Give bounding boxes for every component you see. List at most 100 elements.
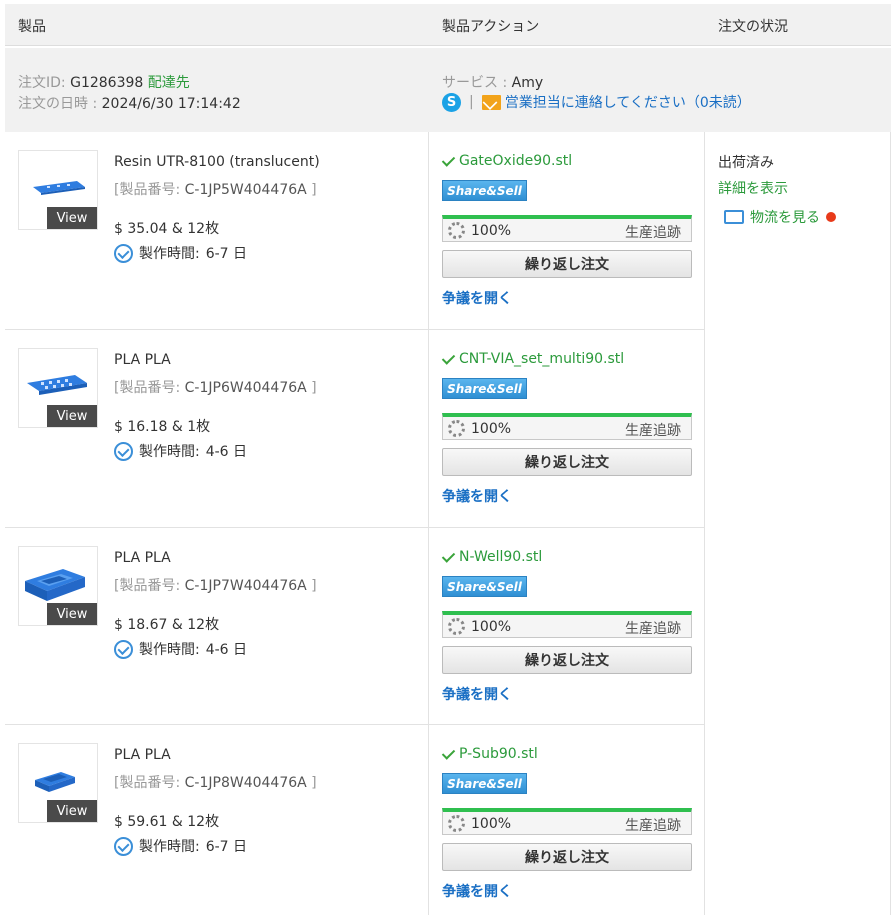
progress-percent: 100% xyxy=(471,816,512,832)
view-button[interactable]: View xyxy=(47,800,97,822)
divider xyxy=(704,132,705,915)
product-thumbnail[interactable]: View xyxy=(18,743,98,823)
file-name-text[interactable]: P-Sub90.stl xyxy=(459,746,538,762)
clock-icon xyxy=(114,441,133,461)
divider xyxy=(890,132,891,915)
logistics-label[interactable]: 物流を見る xyxy=(750,207,820,227)
contact-sales-link[interactable]: 営業担当に連絡してください（0未読） xyxy=(505,92,751,112)
file-name[interactable]: N-Well90.stl xyxy=(442,549,542,565)
share-sell-button[interactable]: Share&Sell xyxy=(442,576,527,597)
code-label: [製品番号: xyxy=(114,380,181,396)
reorder-button[interactable]: 繰り返し注文 xyxy=(442,646,692,674)
file-name-text[interactable]: CNT-VIA_set_multi90.stl xyxy=(459,351,624,367)
ship-address-link[interactable]: 配達先 xyxy=(148,75,190,91)
code-close: ] xyxy=(311,775,317,791)
open-dispute-link[interactable]: 争議を開く xyxy=(442,486,512,506)
check-icon xyxy=(442,748,454,760)
service-label: サービス : xyxy=(442,75,508,91)
clock-icon xyxy=(114,243,133,263)
truck-icon xyxy=(724,210,744,224)
clock-icon xyxy=(114,836,133,856)
product-name: PLA PLA xyxy=(114,352,171,368)
code-value: C-1JP7W404476A xyxy=(184,578,307,594)
table-row: View PLA PLA [製品番号: C-1JP8W404476A ] $ 5… xyxy=(5,725,704,915)
time-label: 製作時間: xyxy=(139,444,200,460)
check-icon xyxy=(442,155,454,167)
time-label: 製作時間: xyxy=(139,839,200,855)
order-id-value: G1286398 xyxy=(70,75,144,91)
share-sell-button[interactable]: Share&Sell xyxy=(442,180,527,201)
product-thumbnail[interactable]: View xyxy=(18,546,98,626)
progress-percent: 100% xyxy=(471,421,512,437)
code-value: C-1JP5W404476A xyxy=(184,182,307,198)
view-button[interactable]: View xyxy=(47,207,97,229)
open-dispute-link[interactable]: 争議を開く xyxy=(442,881,512,901)
order-date-line: 注文の日時 : 2024/6/30 17:14:42 xyxy=(18,93,241,113)
header-status: 注文の状況 xyxy=(718,19,788,35)
share-sell-button[interactable]: Share&Sell xyxy=(442,773,527,794)
order-panel: 製品 製品アクション 注文の状況 注文ID: G1286398 配達先 注文の日… xyxy=(5,4,891,915)
product-name: PLA PLA xyxy=(114,747,171,763)
view-logistics-link[interactable]: 物流を見る xyxy=(718,204,836,230)
code-value: C-1JP8W404476A xyxy=(184,775,307,791)
gear-icon xyxy=(448,420,465,437)
open-dispute-link[interactable]: 争議を開く xyxy=(442,288,512,308)
order-date-label: 注文の日時 : xyxy=(18,96,98,112)
order-status: 出荷済み 詳細を表示 物流を見る xyxy=(718,152,836,230)
view-button[interactable]: View xyxy=(47,603,97,625)
product-thumbnail[interactable]: View xyxy=(18,150,98,230)
table-row: View PLA PLA [製品番号: C-1JP6W404476A ] $ 1… xyxy=(5,330,704,528)
time-value: 4-6 日 xyxy=(205,642,248,658)
share-sell-button[interactable]: Share&Sell xyxy=(442,378,527,399)
gear-icon xyxy=(448,222,465,239)
time-value: 6-7 日 xyxy=(205,839,248,855)
file-name[interactable]: GateOxide90.stl xyxy=(442,153,572,169)
code-close: ] xyxy=(311,578,317,594)
tracking-link[interactable]: 生産追跡 xyxy=(625,815,681,835)
check-icon xyxy=(442,551,454,563)
product-price: $ 35.04 & 12枚 xyxy=(114,221,220,237)
product-code: [製品番号: C-1JP8W404476A ] xyxy=(114,772,317,792)
tracking-link[interactable]: 生産追跡 xyxy=(625,222,681,242)
reorder-button[interactable]: 繰り返し注文 xyxy=(442,250,692,278)
open-dispute-link[interactable]: 争議を開く xyxy=(442,684,512,704)
time-label: 製作時間: xyxy=(139,246,200,262)
product-code: [製品番号: C-1JP5W404476A ] xyxy=(114,179,317,199)
product-code: [製品番号: C-1JP6W404476A ] xyxy=(114,377,317,397)
product-name: Resin UTR-8100 (translucent) xyxy=(114,154,320,170)
progress-bar: 100% 生産追跡 xyxy=(442,215,692,242)
service-line: サービス : Amy xyxy=(442,72,543,92)
reorder-button[interactable]: 繰り返し注文 xyxy=(442,843,692,871)
order-items: View Resin UTR-8100 (translucent) [製品番号:… xyxy=(5,132,891,915)
table-row: View PLA PLA [製品番号: C-1JP7W404476A ] $ 1… xyxy=(5,528,704,725)
file-name[interactable]: P-Sub90.stl xyxy=(442,746,538,762)
shipping-state: 出荷済み xyxy=(718,155,774,171)
order-id-line: 注文ID: G1286398 配達先 xyxy=(18,72,190,92)
notification-dot xyxy=(826,212,836,222)
product-price: $ 59.61 & 12枚 xyxy=(114,814,220,830)
view-details-link[interactable]: 詳細を表示 xyxy=(718,178,836,204)
product-thumbnail[interactable]: View xyxy=(18,348,98,428)
file-name-text[interactable]: N-Well90.stl xyxy=(459,549,542,565)
view-button[interactable]: View xyxy=(47,405,97,427)
order-info: 注文ID: G1286398 配達先 注文の日時 : 2024/6/30 17:… xyxy=(5,48,891,132)
code-label: [製品番号: xyxy=(114,775,181,791)
code-label: [製品番号: xyxy=(114,182,181,198)
file-name-text[interactable]: GateOxide90.stl xyxy=(459,153,572,169)
tracking-link[interactable]: 生産追跡 xyxy=(625,618,681,638)
table-header: 製品 製品アクション 注文の状況 xyxy=(5,4,891,46)
production-time: 製作時間: 4-6 日 xyxy=(114,639,247,659)
file-name[interactable]: CNT-VIA_set_multi90.stl xyxy=(442,351,624,367)
contact-line: S | 営業担当に連絡してください（0未読） xyxy=(442,92,751,112)
skype-icon[interactable]: S xyxy=(442,92,461,112)
reorder-button[interactable]: 繰り返し注文 xyxy=(442,448,692,476)
gear-icon xyxy=(448,815,465,832)
production-time: 製作時間: 6-7 日 xyxy=(114,836,247,856)
header-action: 製品アクション xyxy=(442,19,540,35)
production-time: 製作時間: 4-6 日 xyxy=(114,441,247,461)
service-value: Amy xyxy=(511,75,544,91)
table-row: View Resin UTR-8100 (translucent) [製品番号:… xyxy=(5,132,704,330)
tracking-link[interactable]: 生産追跡 xyxy=(625,420,681,440)
check-icon xyxy=(442,353,454,365)
progress-percent: 100% xyxy=(471,619,512,635)
